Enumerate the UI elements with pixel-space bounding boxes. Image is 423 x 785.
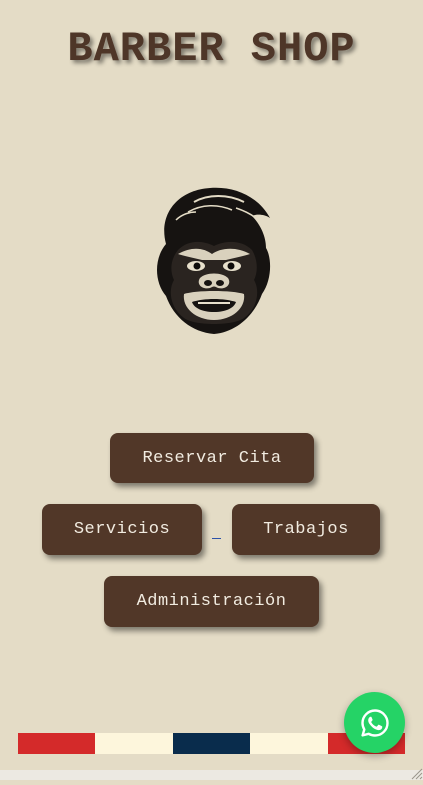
trabajos-button[interactable]: Trabajos [232, 504, 380, 555]
stripe-segment-cream [250, 733, 328, 754]
resize-grip-icon[interactable] [409, 766, 423, 780]
gorilla-logo-icon [148, 184, 280, 336]
whatsapp-button[interactable] [344, 692, 405, 753]
administracion-button[interactable]: Administración [104, 576, 319, 627]
separator-link[interactable] [212, 528, 221, 539]
stripe-segment-red [18, 733, 96, 754]
stripe-segment-cream [95, 733, 173, 754]
servicios-button[interactable]: Servicios [42, 504, 202, 555]
whatsapp-icon [360, 708, 389, 737]
page-title: BARBER SHOP [67, 25, 356, 73]
reservar-cita-label: Reservar Cita [142, 448, 282, 468]
servicios-label: Servicios [73, 520, 171, 539]
trabajos-label: Trabajos [263, 520, 349, 539]
administracion-label: Administración [136, 592, 287, 611]
reservar-cita-button[interactable]: Reservar Cita [110, 433, 314, 483]
bottom-bar [0, 770, 423, 780]
stripe-segment-navy [172, 733, 251, 754]
